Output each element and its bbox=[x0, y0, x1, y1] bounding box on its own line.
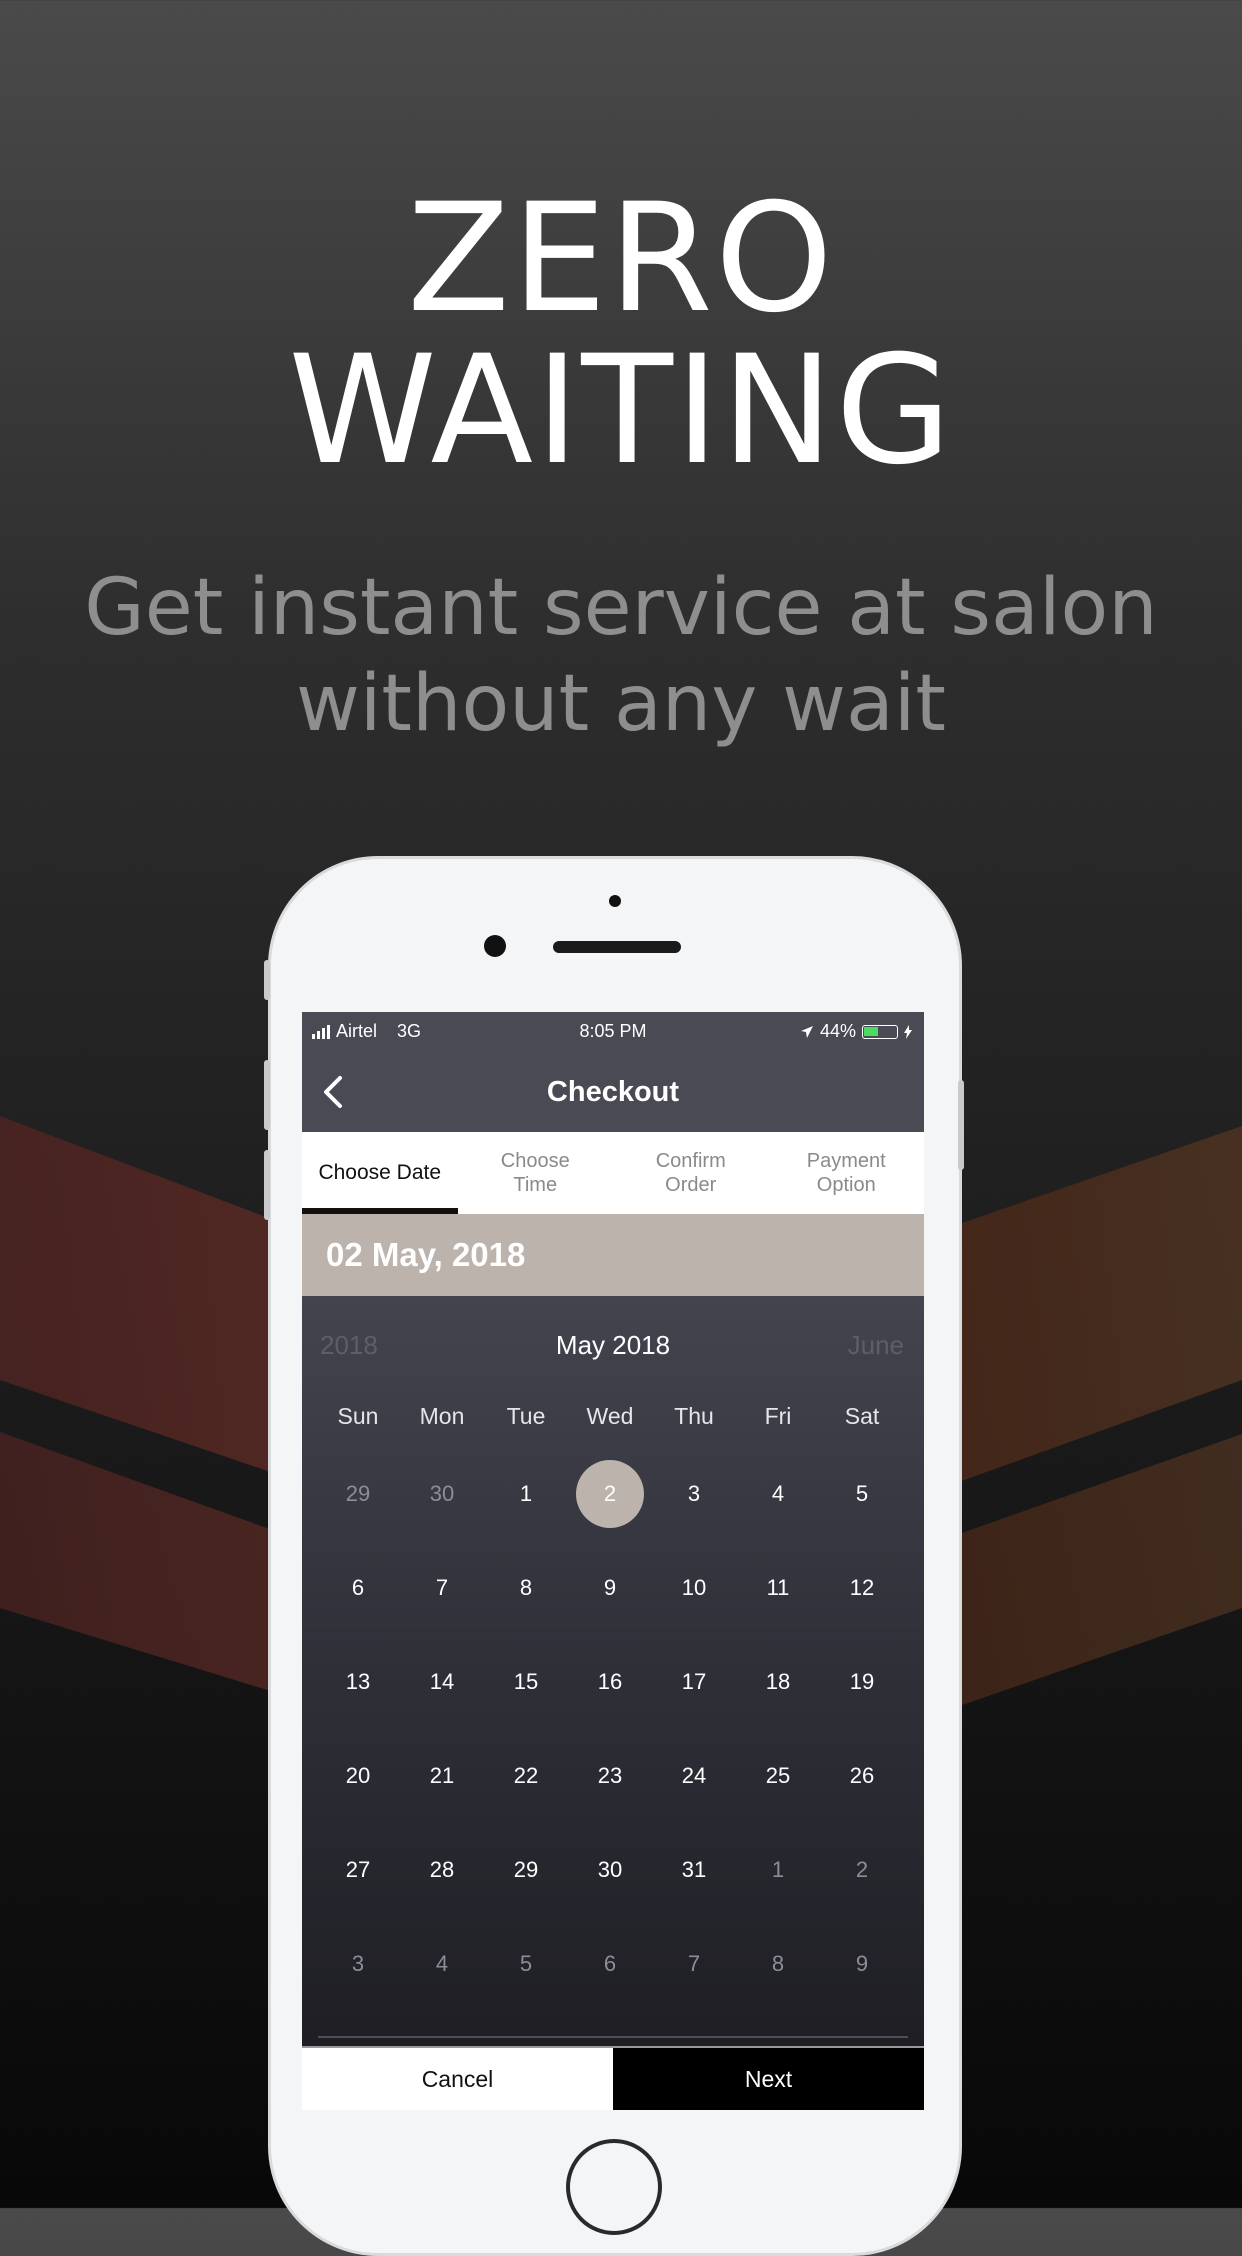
calendar-day[interactable]: 13 bbox=[316, 1662, 400, 1702]
calendar-day[interactable]: 24 bbox=[652, 1756, 736, 1796]
calendar-day-outside-month[interactable]: 6 bbox=[568, 1944, 652, 1984]
calendar-day[interactable]: 8 bbox=[484, 1568, 568, 1608]
headline-line-1: ZERO bbox=[407, 172, 835, 346]
calendar-day[interactable]: 25 bbox=[736, 1756, 820, 1796]
calendar-day[interactable]: 2 bbox=[568, 1474, 652, 1514]
tab-label: Confirm Order bbox=[655, 1150, 726, 1196]
tab-label: Choose Time bbox=[500, 1150, 570, 1196]
battery-percent: 44% bbox=[819, 1021, 856, 1041]
calendar-day[interactable]: 3 bbox=[652, 1474, 736, 1514]
calendar-day-outside-month[interactable]: 5 bbox=[484, 1944, 568, 1984]
front-camera bbox=[484, 935, 506, 957]
earpiece-speaker bbox=[553, 941, 681, 953]
calendar-day[interactable]: 5 bbox=[820, 1474, 904, 1514]
subtitle-line-2: without any wait bbox=[295, 659, 947, 749]
home-button[interactable] bbox=[566, 2139, 662, 2235]
tab-choose-time[interactable]: Choose Time bbox=[458, 1132, 614, 1214]
calendar-day-outside-month[interactable]: 4 bbox=[400, 1944, 484, 1984]
calendar-day-outside-month[interactable]: 2 bbox=[820, 1850, 904, 1890]
checkout-steps: Choose Date Choose Time Confirm Order Pa… bbox=[302, 1132, 924, 1214]
calendar-day[interactable]: 6 bbox=[316, 1568, 400, 1608]
calendar-day[interactable]: 27 bbox=[316, 1850, 400, 1890]
charging-bolt-icon bbox=[904, 1024, 912, 1039]
calendar-day[interactable]: 23 bbox=[568, 1756, 652, 1796]
calendar-day[interactable]: 31 bbox=[652, 1850, 736, 1890]
front-sensor bbox=[609, 895, 621, 907]
calendar-day-outside-month[interactable]: 29 bbox=[316, 1474, 400, 1514]
current-month-label: May 2018 bbox=[555, 1330, 671, 1360]
tab-label: Payment Option bbox=[806, 1150, 886, 1196]
calendar-day-outside-month[interactable]: 8 bbox=[736, 1944, 820, 1984]
tab-confirm-order[interactable]: Confirm Order bbox=[613, 1132, 769, 1214]
tab-label: Choose Date bbox=[318, 1161, 442, 1184]
weekday-label: Tue bbox=[506, 1403, 546, 1429]
calendar-day[interactable]: 28 bbox=[400, 1850, 484, 1890]
calendar-day[interactable]: 21 bbox=[400, 1756, 484, 1796]
calendar-week-row: 13 14 15 16 17 18 19 bbox=[302, 1662, 924, 1702]
calendar-day[interactable]: 14 bbox=[400, 1662, 484, 1702]
weekday-header-row: Sun Mon Tue Wed Thu Fri Sat bbox=[302, 1396, 924, 1436]
calendar-day[interactable]: 29 bbox=[484, 1850, 568, 1890]
battery-icon bbox=[862, 1024, 898, 1039]
calendar-week-row: 3456789 bbox=[302, 1944, 924, 1984]
calendar-day[interactable]: 16 bbox=[568, 1662, 652, 1702]
calendar-day[interactable]: 26 bbox=[820, 1756, 904, 1796]
selected-date-bar: 02 May, 2018 bbox=[302, 1214, 924, 1296]
app-header: Checkout bbox=[302, 1052, 924, 1132]
calendar-day[interactable]: 1 bbox=[484, 1474, 568, 1514]
phone-side-button bbox=[264, 1060, 270, 1130]
calendar-day-outside-month[interactable]: 1 bbox=[736, 1850, 820, 1890]
weekday-label: Fri bbox=[764, 1403, 792, 1429]
calendar-week-row: 29 30 1 2 3 4 5 bbox=[302, 1460, 924, 1528]
calendar-day[interactable]: 17 bbox=[652, 1662, 736, 1702]
calendar: 2018 May 2018 June Sun Mon Tue Wed Thu Fri Sat… bbox=[302, 1296, 924, 2046]
subtitle-line-1: Get instant service at salon bbox=[84, 563, 1158, 653]
calendar-divider bbox=[318, 2036, 908, 2038]
weekday-label: Mon bbox=[419, 1403, 465, 1429]
calendar-day[interactable]: 19 bbox=[820, 1662, 904, 1702]
phone-side-button bbox=[958, 1080, 964, 1170]
status-bar: Airtel 3G 8:05 PM 44% bbox=[302, 1012, 924, 1052]
calendar-day[interactable]: 10 bbox=[652, 1568, 736, 1608]
location-arrow-icon bbox=[800, 1025, 813, 1038]
tab-choose-date[interactable]: Choose Date bbox=[302, 1132, 458, 1214]
calendar-day[interactable]: 20 bbox=[316, 1756, 400, 1796]
next-button[interactable]: Next bbox=[613, 2048, 924, 2110]
page-title: Checkout bbox=[546, 1076, 680, 1108]
calendar-day[interactable]: 18 bbox=[736, 1662, 820, 1702]
weekday-label: Sat bbox=[844, 1403, 880, 1429]
calendar-day[interactable]: 4 bbox=[736, 1474, 820, 1514]
calendar-week-row: 20 21 22 23 24 25 26 bbox=[302, 1756, 924, 1796]
calendar-day[interactable]: 9 bbox=[568, 1568, 652, 1608]
next-month-button[interactable]: June bbox=[848, 1330, 904, 1361]
calendar-day[interactable]: 22 bbox=[484, 1756, 568, 1796]
calendar-day[interactable]: 12 bbox=[820, 1568, 904, 1608]
calendar-day-outside-month[interactable]: 30 bbox=[400, 1474, 484, 1514]
phone-side-button bbox=[264, 960, 270, 1000]
calendar-day-outside-month[interactable]: 9 bbox=[820, 1944, 904, 1984]
calendar-day-outside-month[interactable]: 3 bbox=[316, 1944, 400, 1984]
weekday-label: Sun bbox=[337, 1403, 379, 1429]
cancel-button[interactable]: Cancel bbox=[302, 2048, 613, 2110]
phone-screen: Airtel 3G 8:05 PM 44% Checkout Choose Da… bbox=[302, 1012, 924, 2110]
headline-line-2: WAITING bbox=[288, 324, 954, 498]
weekday-label: Thu bbox=[674, 1403, 714, 1429]
calendar-day[interactable]: 30 bbox=[568, 1850, 652, 1890]
tab-payment-option[interactable]: Payment Option bbox=[769, 1132, 925, 1214]
action-buttons: Cancel Next bbox=[302, 2046, 924, 2110]
phone-side-button bbox=[264, 1150, 270, 1220]
month-navigation: 2018 May 2018 June bbox=[302, 1330, 924, 1370]
calendar-day[interactable]: 7 bbox=[400, 1568, 484, 1608]
calendar-week-row: 27 28 29 30 31 1 2 bbox=[302, 1850, 924, 1890]
calendar-day-outside-month[interactable]: 7 bbox=[652, 1944, 736, 1984]
calendar-week-row: 6 7 8 9 10 11 12 bbox=[302, 1568, 924, 1608]
calendar-day[interactable]: 15 bbox=[484, 1662, 568, 1702]
weekday-label: Wed bbox=[586, 1403, 634, 1429]
calendar-day[interactable]: 11 bbox=[736, 1568, 820, 1608]
selected-date: 02 May, 2018 bbox=[326, 1236, 526, 1273]
